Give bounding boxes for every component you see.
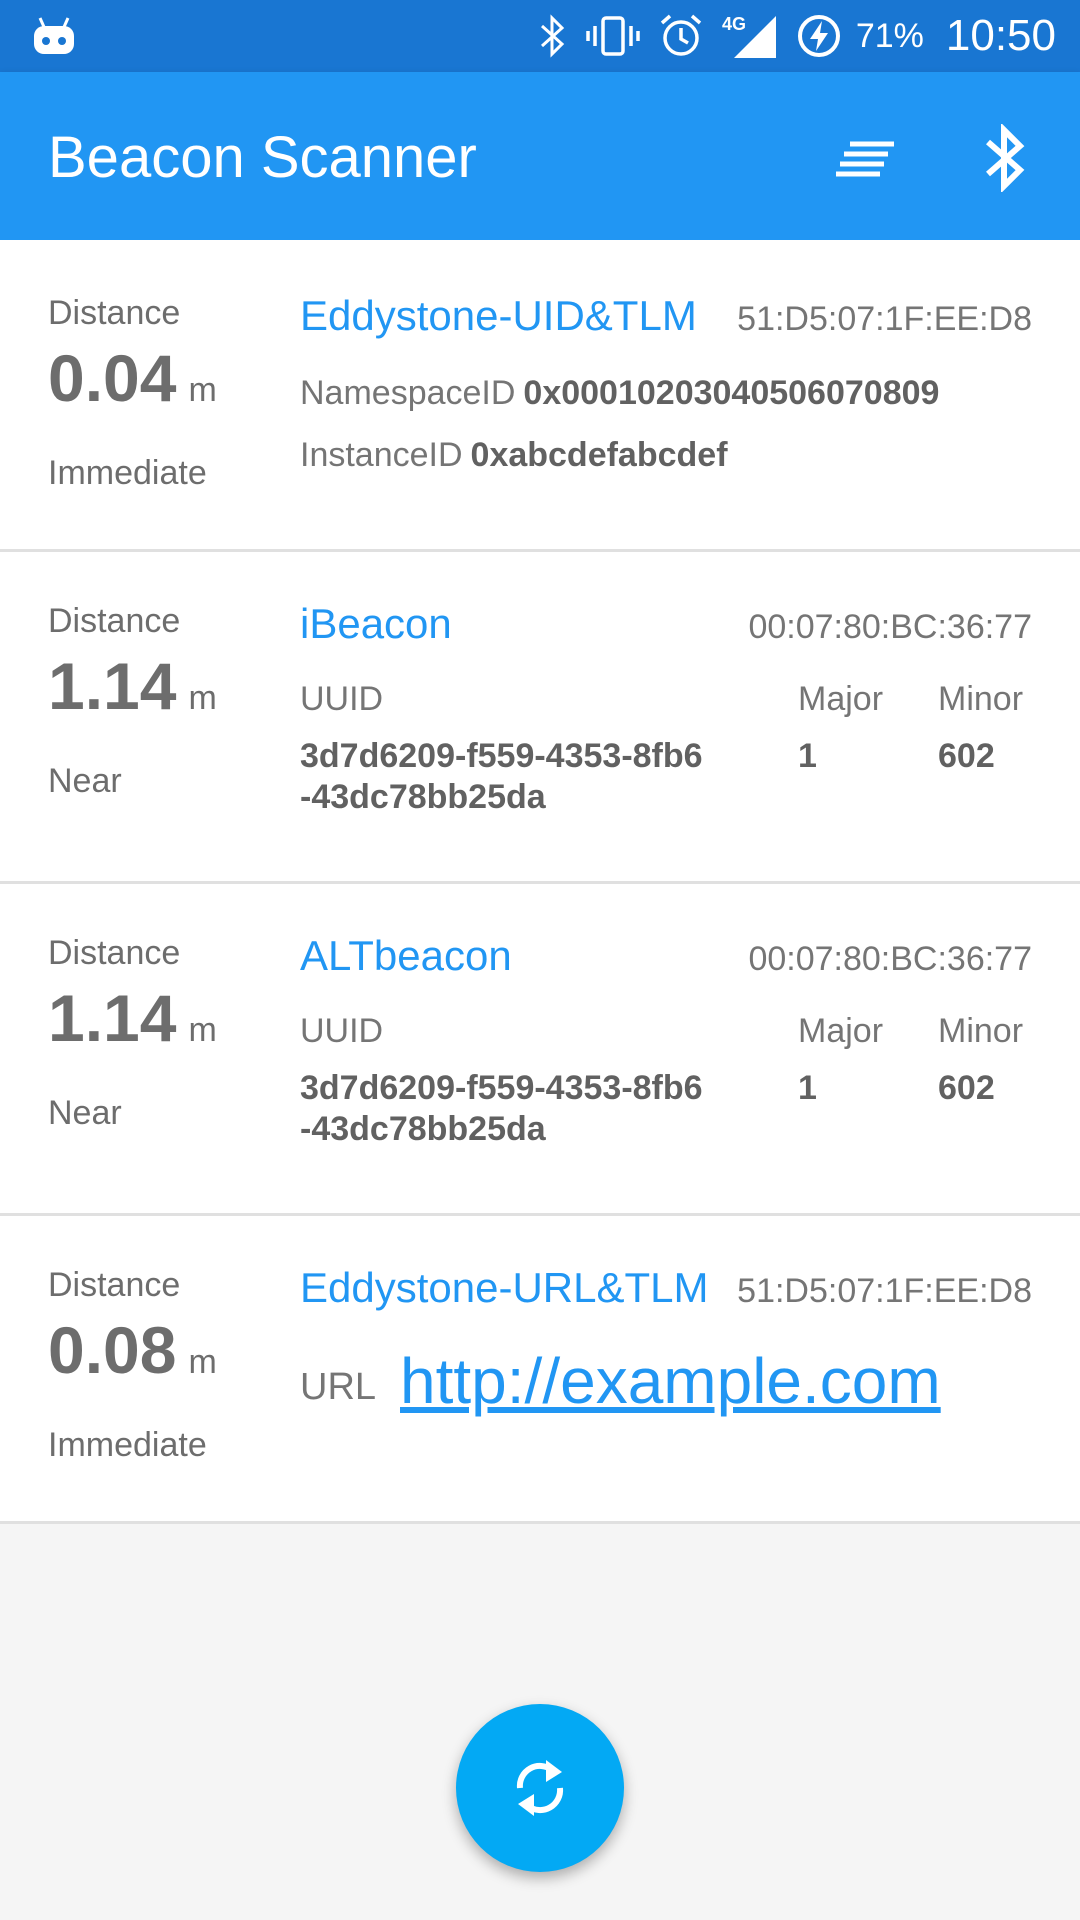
bluetooth-button[interactable] [964,116,1044,200]
namespace-label: NamespaceID [300,374,516,412]
distance-label: Distance [48,602,181,640]
clock: 10:50 [945,11,1056,60]
proximity-label: Near [48,762,122,800]
proximity-label: Immediate [48,1426,207,1464]
refresh-icon [516,1760,564,1816]
distance-unit: m [188,371,217,409]
distance-label: Distance [48,1266,181,1304]
mac-address: 00:07:80:BC:36:77 [748,608,1032,646]
uuid-value: 3d7d6209-f559-4353-8fb6 -43dc78bb25da [300,737,703,816]
mac-address: 51:D5:07:1F:EE:D8 [737,300,1032,338]
beacon-type: Eddystone-UID&TLM [300,292,697,339]
sort-button[interactable] [826,122,906,194]
distance-value: 1.14 m [48,649,217,723]
minor-value: 602 [938,1069,995,1107]
vibrate-icon [586,14,640,58]
beacon-type: Eddystone-URL&TLM [300,1264,709,1311]
instance-value: 0xabcdefabcdef [470,436,728,474]
distance-label: Distance [48,294,181,332]
distance-value: 0.04 m [48,341,217,415]
uuid-label: UUID [300,680,384,718]
beacon-card-eddystone-url[interactable]: Distance 0.08 m Immediate Eddystone-URL&T… [0,1216,1080,1524]
minor-value: 602 [938,737,995,775]
alarm-icon [658,13,704,59]
proximity-label: Immediate [48,454,207,492]
url-link[interactable]: http://example.com [400,1344,941,1418]
status-bar: 4G 71% 10:50 [0,0,1080,72]
beacon-list: Distance 0.04 m Immediate Eddystone-UID&T… [0,240,1080,1524]
instance-row: InstanceID 0xabcdefabcdef [300,436,728,475]
major-label: Major [798,1012,884,1050]
sort-icon [836,141,894,177]
beacon-type: iBeacon [300,600,452,647]
url-label: URL [300,1366,377,1408]
distance-value: 1.14 m [48,981,217,1055]
mac-address: 00:07:80:BC:36:77 [748,940,1032,978]
minor-label: Minor [938,1012,1024,1050]
beacon-card-eddystone-uid[interactable]: Distance 0.04 m Immediate Eddystone-UID&T… [0,240,1080,552]
android-robot-icon [34,17,74,54]
signal-icon: 4G [722,12,778,60]
distance-unit: m [188,679,217,717]
proximity-label: Near [48,1094,122,1132]
beacon-type: ALTbeacon [300,932,512,979]
beacon-card-ibeacon[interactable]: Distance 1.14 m Near iBeacon 00:07:80:BC:… [0,552,1080,884]
bluetooth-icon [538,14,568,58]
distance-value: 0.08 m [48,1313,217,1387]
uuid-value: 3d7d6209-f559-4353-8fb6 -43dc78bb25da [300,1069,703,1148]
battery-percentage: 71% [855,16,924,55]
battery-charging-icon [796,13,842,59]
namespace-value: 0x00010203040506070809 [523,374,940,412]
beacon-card-altbeacon[interactable]: Distance 1.14 m Near ALTbeacon 00:07:80:B… [0,884,1080,1216]
mac-address: 51:D5:07:1F:EE:D8 [737,1272,1032,1310]
minor-label: Minor [938,680,1024,718]
distance-label: Distance [48,934,181,972]
major-label: Major [798,680,884,718]
app-title: Beacon Scanner [48,125,477,190]
distance-unit: m [188,1343,217,1381]
uuid-label: UUID [300,1012,384,1050]
refresh-button[interactable] [456,1704,624,1872]
namespace-row: NamespaceID 0x00010203040506070809 [300,374,939,413]
major-value: 1 [798,737,817,775]
bluetooth-icon [986,124,1025,192]
network-type-label: 4G [722,14,746,34]
app-bar: Beacon Scanner [0,72,1080,240]
instance-label: InstanceID [300,436,463,474]
major-value: 1 [798,1069,817,1107]
distance-unit: m [188,1011,217,1049]
